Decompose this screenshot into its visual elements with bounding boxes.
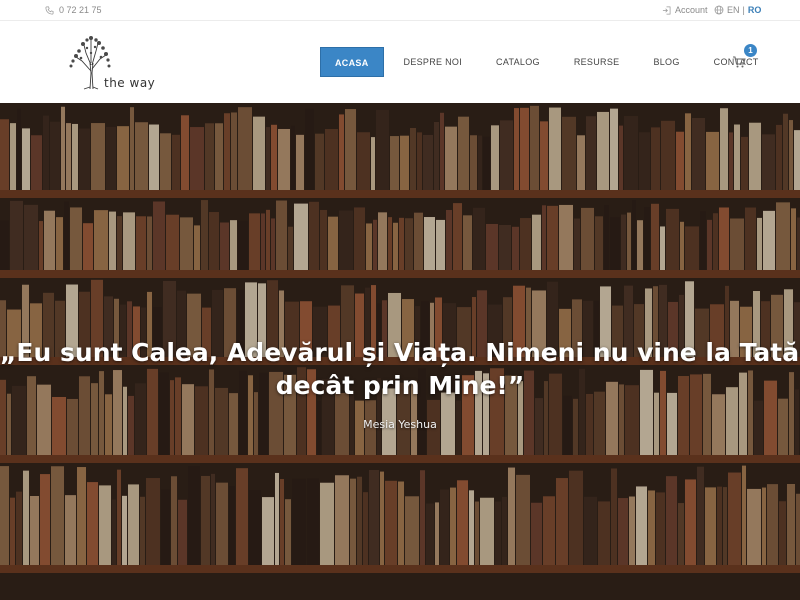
logo-text[interactable]: the way bbox=[104, 76, 155, 90]
hero-quote-line-2: decât prin Mine!” bbox=[275, 371, 525, 400]
login-icon bbox=[662, 6, 671, 14]
lang-separator: | bbox=[742, 5, 745, 15]
cart-count-badge: 1 bbox=[744, 44, 757, 57]
account-link[interactable]: Account bbox=[662, 5, 708, 15]
nav-despre-noi[interactable]: DESPRE NOI bbox=[390, 47, 477, 77]
language-switcher: EN | RO bbox=[714, 5, 761, 15]
globe-icon bbox=[714, 5, 724, 15]
phone-number: 0 72 21 75 bbox=[59, 5, 102, 15]
hero-quote: „Eu sunt Calea, Adevărul și Viața. Nimen… bbox=[0, 336, 800, 402]
phone-contact[interactable]: 0 72 21 75 bbox=[45, 5, 102, 15]
phone-icon bbox=[45, 6, 54, 14]
lang-ro[interactable]: RO bbox=[748, 5, 762, 15]
lang-en[interactable]: EN bbox=[727, 5, 740, 15]
nav-acasa[interactable]: ACASA bbox=[320, 47, 384, 77]
site-header: the way ACASA DESPRE NOI CATALOG RESURSE… bbox=[0, 21, 800, 103]
account-label: Account bbox=[675, 5, 708, 15]
top-bar: 0 72 21 75 Account EN | RO bbox=[0, 0, 800, 21]
nav-blog[interactable]: BLOG bbox=[639, 47, 693, 77]
nav-resurse[interactable]: RESURSE bbox=[560, 47, 634, 77]
cart-icon[interactable] bbox=[732, 55, 746, 69]
nav-catalog[interactable]: CATALOG bbox=[482, 47, 554, 77]
main-nav: ACASA DESPRE NOI CATALOG RESURSE BLOG CO… bbox=[320, 47, 779, 77]
hero-author: Mesia Yeshua bbox=[363, 418, 437, 431]
hero-banner: „Eu sunt Calea, Adevărul și Viața. Nimen… bbox=[0, 103, 800, 600]
hero-quote-line-1: „Eu sunt Calea, Adevărul și Viața. Nimen… bbox=[0, 338, 800, 367]
